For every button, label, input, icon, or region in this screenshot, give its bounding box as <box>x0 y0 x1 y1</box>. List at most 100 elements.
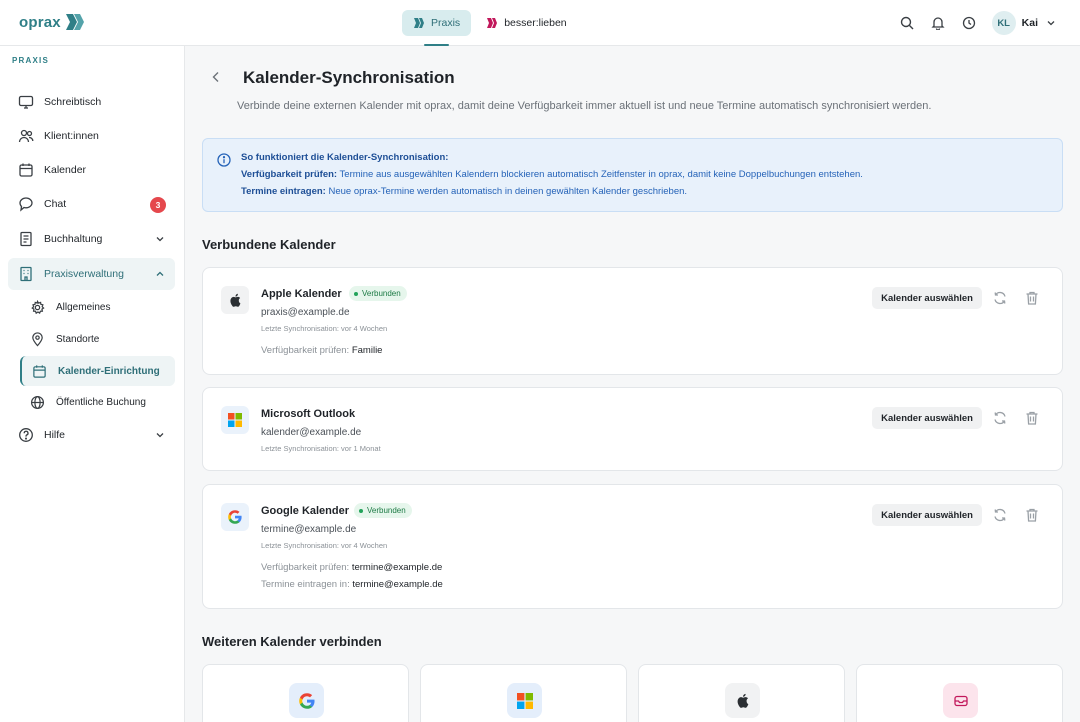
top-actions: KL Kai <box>885 11 1056 35</box>
connect-google-card[interactable] <box>202 664 409 722</box>
tab-praxis[interactable]: Praxis <box>402 10 472 46</box>
sidebar-heading: PRAXIS <box>12 56 49 65</box>
chat-unread-badge: 3 <box>150 197 166 213</box>
sidebar-item-hilfe[interactable]: Hilfe <box>8 419 175 451</box>
clock-icon[interactable] <box>960 14 978 32</box>
sidebar-item-klientinnen[interactable]: Klient:innen <box>8 120 175 152</box>
workspace-tabs: Praxis besser:lieben <box>402 10 578 46</box>
tab-praxis-label: Praxis <box>431 17 461 29</box>
avatar[interactable]: KL <box>991 11 1016 35</box>
sync-icon[interactable] <box>992 507 1008 523</box>
main-content: Kalender-Synchronisation Verbinde deine … <box>185 46 1080 722</box>
select-calendar-button[interactable]: Kalender auswählen <box>872 504 982 526</box>
write-target-value: termine@example.de <box>352 579 443 590</box>
logo-text: oprax <box>19 13 61 31</box>
chevron-down-icon[interactable] <box>1046 18 1056 28</box>
sidebar-item-kalender[interactable]: Kalender <box>8 154 175 186</box>
sidebar-item-schreibtisch[interactable]: Schreibtisch <box>8 86 175 118</box>
info-icon <box>217 153 231 167</box>
calendar-email: kalender@example.de <box>261 427 362 438</box>
connect-apple-card[interactable] <box>638 664 845 722</box>
microsoft-icon <box>221 406 249 434</box>
building-icon <box>18 266 34 282</box>
apple-icon <box>221 286 249 314</box>
calendar-card-apple: Apple Kalender Verbunden praxis@example.… <box>202 267 1063 375</box>
calendar-icon <box>18 162 34 178</box>
last-sync: Letzte Synchronisation: vor 4 Wochen <box>261 541 388 550</box>
sidebar: PRAXIS Schreibtisch Klient:innen Kalende… <box>0 46 185 722</box>
connect-microsoft-card[interactable] <box>420 664 627 722</box>
sidebar-item-label: Praxisverwaltung <box>44 268 124 280</box>
availability-value: termine@example.de <box>351 562 443 573</box>
trash-icon[interactable] <box>1024 410 1040 426</box>
oprax-logo[interactable]: oprax <box>19 12 86 32</box>
top-bar: oprax Praxis besser:lieben KL Kai <box>0 0 1080 46</box>
sidebar-item-buchhaltung[interactable]: Buchhaltung <box>8 223 175 255</box>
sidebar-item-label: Hilfe <box>44 429 66 441</box>
info-title: So funktioniert die Kalender-Synchronisa… <box>241 152 449 163</box>
calendar-name: Apple Kalender <box>261 288 342 300</box>
status-badge-label: Verbunden <box>362 289 401 298</box>
sidebar-item-label: Buchhaltung <box>44 233 103 245</box>
last-sync: Letzte Synchronisation: vor 1 Monat <box>261 444 381 453</box>
sidebar-subitem-label: Allgemeines <box>56 301 111 313</box>
status-badge: Verbunden <box>354 503 412 518</box>
status-badge: Verbunden <box>349 286 407 301</box>
select-calendar-button[interactable]: Kalender auswählen <box>872 407 982 429</box>
search-icon[interactable] <box>898 14 916 32</box>
connect-other-card[interactable] <box>856 664 1063 722</box>
trash-icon[interactable] <box>1024 507 1040 523</box>
availability-value: Familie <box>351 345 383 356</box>
monitor-icon <box>18 94 34 110</box>
calendar-name: Google Kalender <box>261 505 350 517</box>
users-icon <box>18 128 34 144</box>
google-icon <box>221 503 249 531</box>
chevron-down-icon <box>156 433 164 438</box>
sidebar-item-chat[interactable]: Chat 3 <box>8 188 175 220</box>
status-dot <box>359 508 363 513</box>
calendar-card-google: Google Kalender Verbunden termine@exampl… <box>202 484 1063 609</box>
receipt-icon <box>18 231 34 247</box>
sidebar-item-label: Kalender <box>44 164 87 176</box>
user-name[interactable]: Kai <box>1022 17 1038 29</box>
chat-icon <box>18 196 34 212</box>
sidebar-subitem-kalender-einrichtung[interactable]: Kalender-Einrichtung <box>20 356 175 386</box>
sidebar-subitem-label: Standorte <box>56 333 100 345</box>
info-box: So funktioniert die Kalender-Synchronisa… <box>202 138 1063 212</box>
oprax-chevron-icon <box>414 18 424 28</box>
write-target-label: Termine eintragen in: <box>261 579 350 590</box>
calendar-email: termine@example.de <box>261 524 357 535</box>
connect-more-title: Weiteren Kalender verbinden <box>202 634 382 649</box>
bell-icon[interactable] <box>929 14 947 32</box>
sidebar-subitem-allgemeines[interactable]: Allgemeines <box>20 293 175 321</box>
availability-check: Verfügbarkeit prüfen: Familie <box>261 345 382 356</box>
sync-icon[interactable] <box>992 290 1008 306</box>
sidebar-subitem-oeffentliche-buchung[interactable]: Öffentliche Buchung <box>20 388 175 416</box>
select-calendar-button[interactable]: Kalender auswählen <box>872 287 982 309</box>
sidebar-item-label: Klient:innen <box>44 130 99 142</box>
help-icon <box>18 427 34 443</box>
sidebar-item-praxisverwaltung[interactable]: Praxisverwaltung <box>8 258 175 290</box>
sidebar-item-label: Chat <box>44 198 67 210</box>
globe-icon <box>30 395 45 410</box>
page-subtitle: Verbinde deine externen Kalender mit opr… <box>237 100 932 112</box>
info-line2-label: Termine eintragen: <box>241 186 326 197</box>
calendar-email: praxis@example.de <box>261 307 350 318</box>
calendar-name: Microsoft Outlook <box>261 408 356 420</box>
status-dot <box>354 291 358 296</box>
besser-lieben-icon <box>487 18 498 28</box>
sidebar-subitem-standorte[interactable]: Standorte <box>20 325 175 353</box>
trash-icon[interactable] <box>1024 290 1040 306</box>
location-icon <box>30 331 45 347</box>
calendar-icon <box>32 364 47 379</box>
tab-besser-lieben-label: besser:lieben <box>504 17 567 29</box>
status-badge-label: Verbunden <box>367 506 406 515</box>
sync-icon[interactable] <box>992 410 1008 426</box>
gear-icon <box>30 299 45 315</box>
availability-label: Verfügbarkeit prüfen: <box>261 345 350 356</box>
sidebar-subitem-label: Öffentliche Buchung <box>56 396 146 408</box>
info-line1-text: Termine aus ausgewählten Kalendern block… <box>337 169 863 180</box>
tab-besser-lieben[interactable]: besser:lieben <box>475 10 577 36</box>
back-arrow-icon[interactable] <box>207 68 225 86</box>
inbox-icon <box>943 683 978 718</box>
